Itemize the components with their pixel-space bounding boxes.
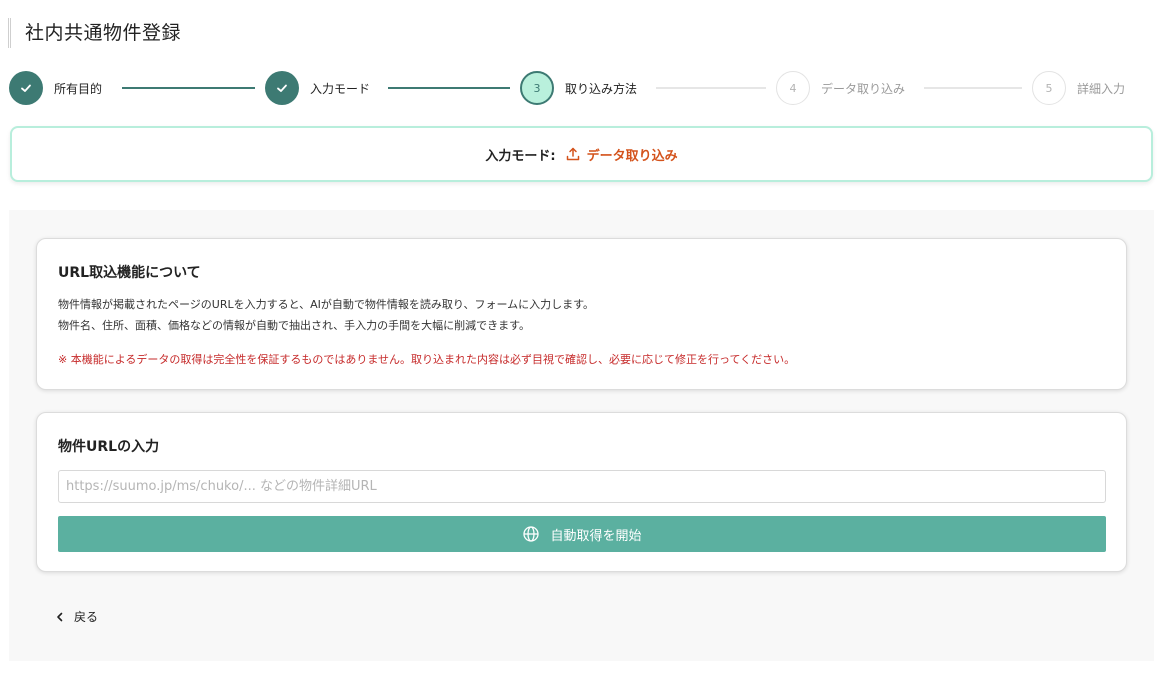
step-connector [388, 87, 510, 89]
step-detail-input: 5 詳細入力 [1032, 70, 1125, 106]
chevron-left-icon [54, 611, 66, 623]
step-label: 取り込み方法 [565, 81, 638, 96]
step-import-method: 3 取り込み方法 [520, 70, 637, 106]
page-title: 社内共通物件登録 [8, 18, 181, 48]
step-input-mode[interactable]: 入力モード [265, 70, 370, 106]
url-card-heading: 物件URLの入力 [58, 439, 160, 455]
url-feature-info-card: URL取込機能について 物件情報が掲載されたページのURLを入力すると、AIが自… [36, 238, 1127, 390]
step-number: 4 [776, 71, 810, 105]
start-auto-fetch-button[interactable]: 自動取得を開始 [58, 516, 1106, 552]
step-number: 5 [1032, 71, 1066, 105]
progress-stepper: 所有目的 入力モード 3 取り込み方法 4 データ取り込み 5 詳細入力 [0, 70, 1162, 106]
step-number: 3 [520, 71, 554, 105]
main-panel: URL取込機能について 物件情報が掲載されたページのURLを入力すると、AIが自… [9, 210, 1154, 661]
upload-icon [565, 146, 581, 162]
globe-icon [522, 525, 540, 543]
start-auto-fetch-label: 自動取得を開始 [550, 527, 642, 543]
check-icon [265, 71, 299, 105]
step-label: 入力モード [310, 81, 371, 96]
step-label: 所有目的 [54, 81, 103, 96]
step-connector [924, 87, 1022, 89]
step-label: データ取り込み [821, 81, 906, 96]
back-button[interactable]: 戻る [54, 608, 98, 625]
info-description-line-2: 物件名、住所、面積、価格などの情報が自動で抽出され、手入力の手間を大幅に削減でき… [58, 319, 531, 332]
info-card-heading: URL取込機能について [58, 265, 201, 281]
info-warning-text: ※ 本機能によるデータの取得は完全性を保証するものではありません。取り込まれた内… [58, 353, 796, 366]
mode-value: データ取り込み [586, 148, 678, 164]
step-data-import: 4 データ取り込み [776, 70, 905, 106]
property-url-card: 物件URLの入力 自動取得を開始 [36, 412, 1127, 572]
step-label: 詳細入力 [1077, 81, 1126, 96]
back-label: 戻る [74, 610, 99, 624]
info-description-line-1: 物件情報が掲載されたページのURLを入力すると、AIが自動で物件情報を読み取り、… [58, 298, 595, 311]
check-icon [9, 71, 43, 105]
step-connector [656, 87, 766, 89]
mode-label: 入力モード: [485, 148, 556, 164]
step-connector [122, 87, 255, 89]
property-url-input[interactable] [58, 470, 1106, 503]
input-mode-banner: 入力モード: データ取り込み [10, 126, 1153, 182]
step-ownership-purpose[interactable]: 所有目的 [9, 70, 102, 106]
